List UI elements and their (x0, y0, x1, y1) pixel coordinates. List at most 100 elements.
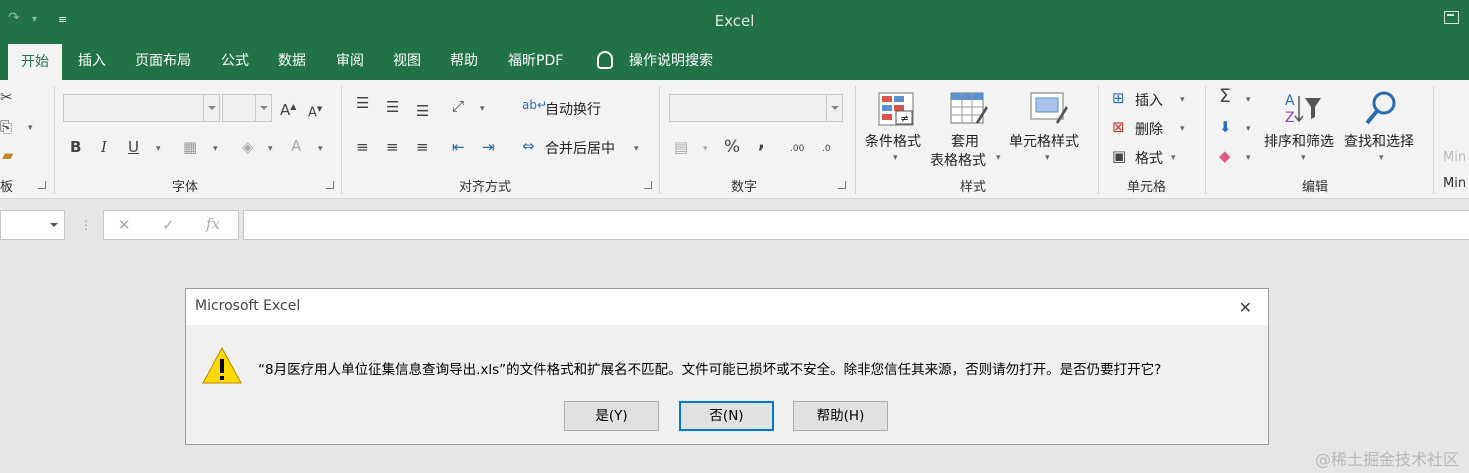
underline-dropdown-icon[interactable]: ▾ (156, 144, 161, 154)
sort-filter-icon[interactable]: A Z (1283, 90, 1323, 126)
decrease-decimal-button[interactable]: .0 (822, 140, 831, 158)
yes-button[interactable]: 是(Y) (564, 401, 659, 431)
close-icon[interactable]: ✕ (1239, 298, 1252, 317)
tell-me-search[interactable]: 操作说明搜索 (629, 42, 713, 80)
find-select-button[interactable]: 查找和选择 (1344, 131, 1414, 151)
increase-indent-icon[interactable]: ⇥ (482, 138, 495, 156)
clear-dropdown-icon[interactable]: ▾ (1246, 153, 1251, 163)
conditional-format-dropdown-icon[interactable]: ▾ (893, 153, 898, 163)
font-launcher-icon[interactable] (326, 181, 334, 189)
decrease-font-icon[interactable]: A▼ (308, 100, 322, 122)
conditional-format-button[interactable]: 条件格式 (865, 131, 921, 151)
orientation-dropdown-icon[interactable]: ▾ (480, 104, 485, 114)
tab-view[interactable]: 视图 (393, 42, 421, 80)
delete-dropdown-icon[interactable]: ▾ (1180, 124, 1185, 134)
table-format-dropdown-icon[interactable]: ▾ (996, 153, 1001, 163)
fill-dropdown-icon[interactable]: ▾ (268, 144, 273, 154)
tab-data[interactable]: 数据 (278, 42, 306, 80)
delete-cells-icon[interactable]: ⊠ (1112, 118, 1125, 136)
orientation-icon[interactable]: ⤢ (452, 97, 464, 115)
number-group-label: 数字 (731, 180, 758, 195)
formula-bar: ⋮ ✕ ✓ fx (0, 199, 1469, 241)
align-right-icon[interactable]: ≡ (416, 138, 429, 156)
middle-align-icon[interactable]: ☰ (386, 98, 399, 116)
clear-icon[interactable]: ◆ (1219, 147, 1231, 165)
merge-center-icon[interactable]: ⇔ (522, 137, 535, 155)
copy-dropdown-icon[interactable]: ▾ (28, 123, 33, 133)
merge-center-button[interactable]: 合并后居中 (545, 138, 615, 158)
insert-cells-button[interactable]: 插入 (1135, 90, 1163, 110)
comma-button[interactable]: , (758, 134, 765, 152)
wrap-text-icon[interactable]: ab↵ (522, 96, 547, 114)
number-format-combo[interactable] (669, 94, 843, 122)
bottom-align-icon[interactable]: ☰ (416, 102, 429, 120)
top-align-icon[interactable]: ☰ (356, 94, 369, 112)
accounting-format-icon[interactable]: ▤ (674, 138, 688, 156)
number-launcher-icon[interactable] (838, 181, 846, 189)
underline-button[interactable]: U (128, 138, 139, 156)
accounting-dropdown-icon[interactable]: ▾ (703, 144, 708, 154)
autosum-icon[interactable]: Σ (1219, 87, 1231, 106)
wrap-text-button[interactable]: 自动换行 (545, 99, 601, 119)
format-cells-icon[interactable]: ▣ (1112, 147, 1126, 165)
increase-font-icon[interactable]: A▲ (280, 98, 296, 119)
help-button[interactable]: 帮助(H) (793, 401, 888, 431)
table-format-icon[interactable] (950, 92, 988, 126)
fill-color-icon[interactable]: ◈ (242, 138, 254, 156)
no-button[interactable]: 否(N) (679, 401, 774, 431)
border-dropdown-icon[interactable]: ▾ (213, 144, 218, 154)
font-color-button[interactable]: A (291, 137, 301, 155)
delete-cells-button[interactable]: 删除 (1135, 119, 1163, 139)
find-select-dropdown-icon[interactable]: ▾ (1379, 153, 1384, 163)
align-center-icon[interactable]: ≡ (386, 138, 399, 156)
fill-down-icon[interactable]: ⬇ (1219, 118, 1232, 136)
find-select-icon[interactable] (1364, 90, 1400, 126)
autosum-dropdown-icon[interactable]: ▾ (1246, 95, 1251, 105)
tab-review[interactable]: 审阅 (336, 42, 364, 80)
copy-icon[interactable]: ⎘ (0, 118, 12, 136)
lightbulb-icon (597, 51, 613, 69)
formula-input[interactable] (243, 210, 1469, 240)
tab-insert[interactable]: 插入 (78, 42, 106, 80)
decrease-indent-icon[interactable]: ⇤ (452, 138, 465, 156)
insert-function-icon[interactable]: fx (206, 215, 220, 233)
tab-foxit-pdf[interactable]: 福昕PDF (508, 42, 563, 80)
svg-text:≠: ≠ (900, 112, 909, 125)
alignment-launcher-icon[interactable] (644, 181, 652, 189)
italic-button[interactable]: I (101, 138, 107, 156)
cancel-formula-icon[interactable]: ✕ (118, 216, 131, 234)
font-size-combo[interactable] (222, 94, 272, 122)
cell-styles-dropdown-icon[interactable]: ▾ (1045, 153, 1050, 163)
confirm-formula-icon[interactable]: ✓ (162, 216, 175, 234)
percent-button[interactable]: % (724, 138, 740, 156)
font-name-combo[interactable] (63, 94, 220, 122)
font-color-dropdown-icon[interactable]: ▾ (318, 144, 323, 154)
merge-dropdown-icon[interactable]: ▾ (634, 144, 639, 154)
format-cells-button[interactable]: 格式 (1135, 148, 1163, 168)
tab-home[interactable]: 开始 (8, 44, 62, 80)
table-format-button[interactable]: 表格格式 (930, 150, 986, 170)
sort-filter-button[interactable]: 排序和筛选 (1264, 131, 1334, 151)
cell-styles-button[interactable]: 单元格样式 (1009, 131, 1079, 151)
name-box[interactable] (0, 210, 65, 240)
tab-formulas[interactable]: 公式 (221, 42, 249, 80)
tab-help[interactable]: 帮助 (450, 42, 478, 80)
table-format-label-1[interactable]: 套用 (951, 131, 979, 151)
conditional-format-icon[interactable]: ≠ (878, 92, 914, 126)
border-icon[interactable]: ▦ (183, 138, 197, 156)
format-dropdown-icon[interactable]: ▾ (1171, 153, 1176, 163)
cell-styles-icon[interactable] (1030, 92, 1068, 126)
clipboard-launcher-icon[interactable] (38, 181, 46, 189)
bold-button[interactable]: B (70, 138, 81, 156)
increase-decimal-button[interactable]: .00 (790, 140, 804, 158)
cut-icon[interactable]: ✂ (0, 88, 13, 106)
fill-down-dropdown-icon[interactable]: ▾ (1246, 124, 1251, 134)
align-left-icon[interactable]: ≡ (356, 138, 369, 156)
ribbon-display-icon[interactable] (1444, 11, 1459, 24)
tab-page-layout[interactable]: 页面布局 (135, 42, 191, 80)
insert-cells-icon[interactable]: ⊞ (1112, 89, 1125, 107)
min-button-fragment[interactable]: Min (1443, 150, 1466, 165)
format-painter-icon[interactable]: ▰ (2, 146, 14, 164)
insert-dropdown-icon[interactable]: ▾ (1180, 95, 1185, 105)
sort-filter-dropdown-icon[interactable]: ▾ (1301, 153, 1306, 163)
